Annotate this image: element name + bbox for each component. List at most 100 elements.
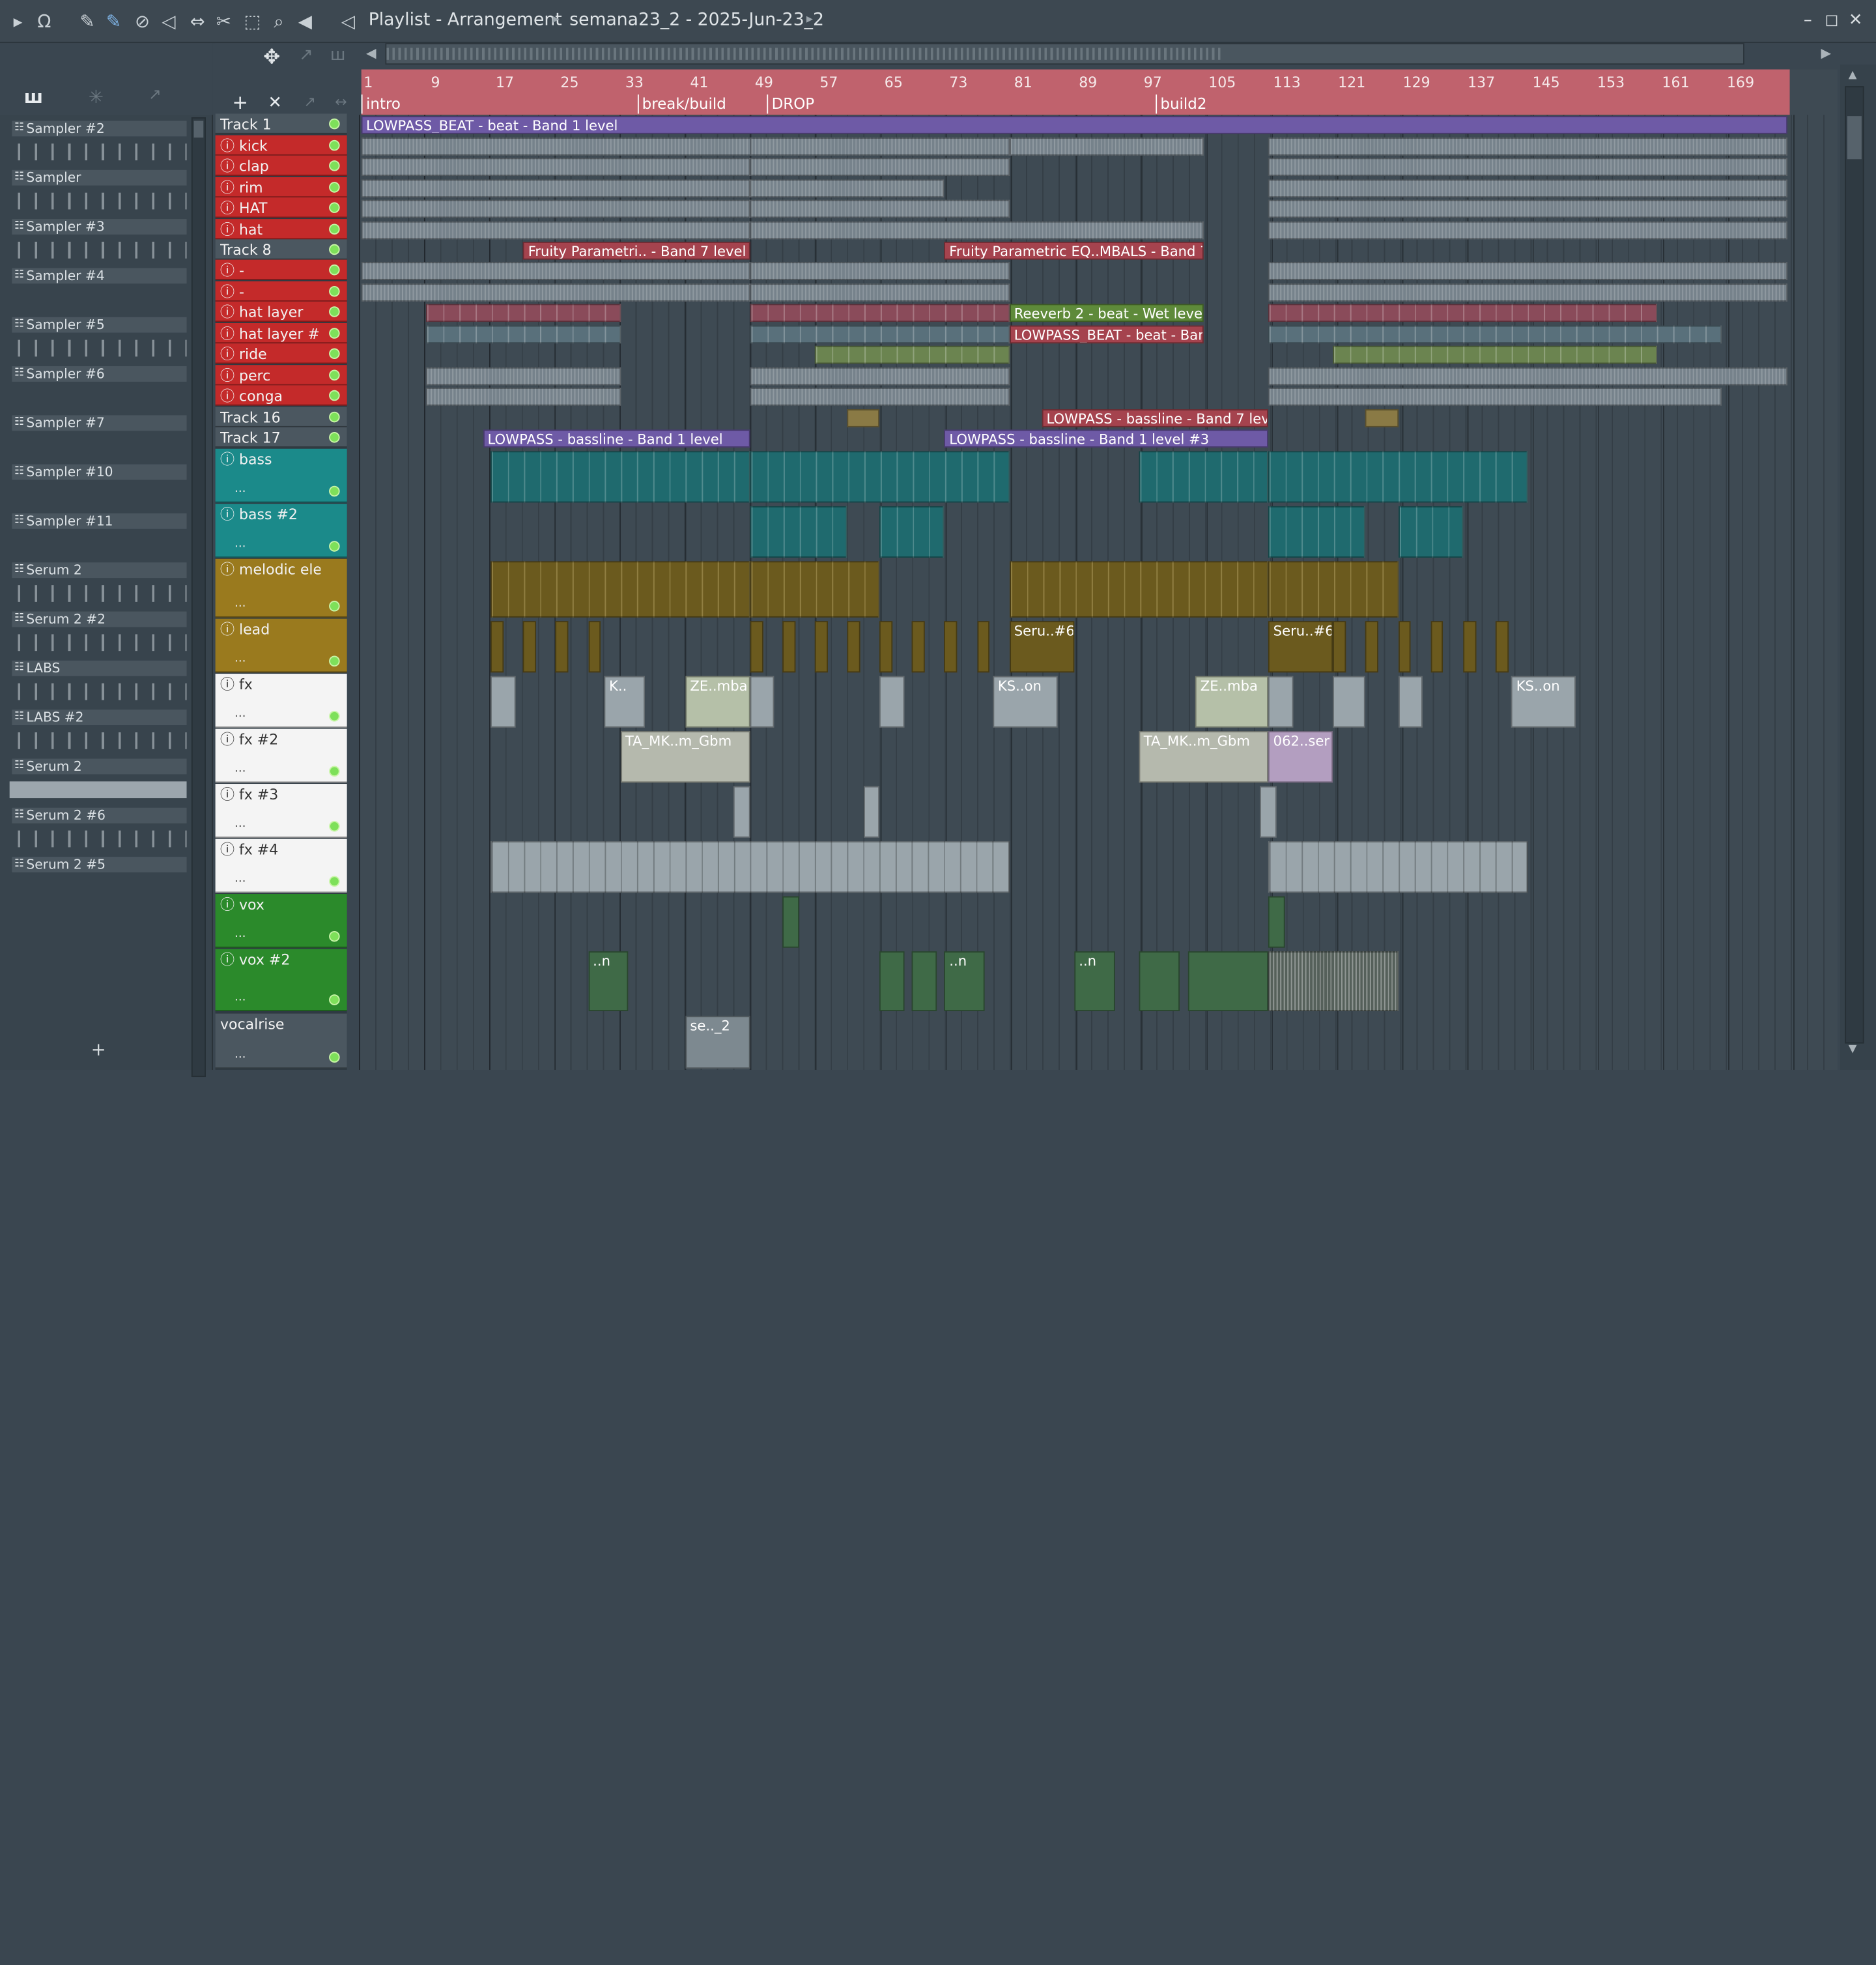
pattern-clip[interactable]: ..n bbox=[1073, 951, 1115, 1012]
track-enable-led[interactable] bbox=[329, 182, 340, 193]
track-header[interactable]: ⓘ perc bbox=[215, 365, 347, 386]
pattern-clip[interactable] bbox=[1009, 137, 1204, 156]
pattern-clip[interactable] bbox=[361, 221, 750, 240]
track-header[interactable]: Track 17 bbox=[215, 427, 347, 448]
pattern-clip[interactable] bbox=[1430, 621, 1443, 673]
track-enable-led[interactable] bbox=[329, 118, 340, 130]
pattern-clip[interactable] bbox=[879, 506, 945, 558]
track-header[interactable]: ⓘ ride bbox=[215, 343, 347, 364]
track-enable-led[interactable] bbox=[329, 766, 340, 777]
pattern-clip[interactable] bbox=[750, 451, 1010, 503]
pattern-item[interactable]: Serum 2 bbox=[7, 755, 187, 804]
pattern-clip[interactable] bbox=[361, 283, 750, 302]
scroll-left-icon[interactable]: ◀ bbox=[366, 46, 377, 61]
pattern-clip[interactable] bbox=[1268, 158, 1787, 176]
pattern-clip[interactable] bbox=[1139, 951, 1180, 1012]
automation-clip[interactable] bbox=[1365, 409, 1399, 427]
track-more-icon[interactable]: ... bbox=[234, 595, 246, 613]
track-header[interactable]: ⓘ kick bbox=[215, 135, 347, 156]
pattern-clip[interactable] bbox=[863, 786, 880, 838]
picker-automation-icon[interactable]: ↗ bbox=[149, 86, 162, 104]
track-enable-led[interactable] bbox=[329, 139, 340, 151]
picker-mode-icon[interactable]: ш bbox=[24, 86, 43, 108]
pattern-clip[interactable]: ..n bbox=[588, 951, 629, 1012]
slip-icon[interactable]: ⇔ bbox=[187, 11, 208, 33]
pattern-item[interactable]: Sampler #4 bbox=[7, 265, 187, 313]
pattern-item[interactable]: LABS bbox=[7, 657, 187, 706]
track-enable-led[interactable] bbox=[329, 876, 340, 887]
track-enable-led[interactable] bbox=[329, 223, 340, 235]
mute-slash-icon[interactable]: ⊘ bbox=[132, 11, 153, 33]
track-enable-led[interactable] bbox=[329, 390, 340, 401]
pattern-clip[interactable] bbox=[1268, 951, 1399, 1012]
timeline-ruler[interactable]: 1 9 17 25 33 41 49 57 65 73 81 89 97 105 113 121 129 137 1… bbox=[361, 69, 1838, 115]
pattern-clip[interactable]: Seru..#6 bbox=[1009, 621, 1074, 673]
track-header[interactable]: ⓘ lead... bbox=[215, 618, 347, 673]
automation-clip[interactable]: LOWPASS - bassline - Band 1 level #3 bbox=[944, 429, 1269, 448]
pattern-clip[interactable] bbox=[750, 158, 1010, 176]
pattern-clip[interactable] bbox=[1398, 506, 1463, 558]
pattern-clip[interactable]: Seru..#6 bbox=[1268, 621, 1333, 673]
pattern-clip[interactable] bbox=[750, 388, 1010, 406]
pattern-clip[interactable] bbox=[750, 506, 847, 558]
track-header[interactable]: Track 1 bbox=[215, 113, 347, 134]
track-enable-led[interactable] bbox=[329, 244, 340, 255]
ruler-marker[interactable]: intro bbox=[361, 94, 401, 114]
track-enable-led[interactable] bbox=[329, 160, 340, 171]
track-header[interactable]: ⓘ hat layer #2 bbox=[215, 323, 347, 344]
pattern-item[interactable]: Sampler #7 bbox=[7, 412, 187, 461]
track-header[interactable]: ⓘ fx #4... bbox=[215, 839, 347, 893]
snap-icon[interactable]: ✥ bbox=[263, 46, 280, 70]
paint-icon[interactable]: ✎ bbox=[103, 11, 124, 33]
pattern-clip[interactable] bbox=[750, 676, 775, 728]
track-enable-led[interactable] bbox=[329, 306, 340, 317]
pattern-clip[interactable] bbox=[426, 325, 621, 344]
pattern-clip[interactable] bbox=[976, 621, 990, 673]
track-header[interactable]: ⓘ - bbox=[215, 281, 347, 302]
pattern-clip[interactable] bbox=[944, 621, 958, 673]
picker-scroll-thumb[interactable] bbox=[193, 121, 204, 138]
pattern-clip[interactable] bbox=[490, 841, 1010, 893]
pattern-clip[interactable] bbox=[1268, 199, 1787, 218]
pattern-item[interactable]: Sampler #10 bbox=[7, 461, 187, 509]
pattern-item[interactable]: Sampler #2 bbox=[7, 117, 187, 166]
track-enable-led[interactable] bbox=[329, 930, 340, 942]
pattern-clip[interactable] bbox=[1365, 621, 1379, 673]
pattern-item[interactable]: Serum 2 #2 bbox=[7, 608, 187, 657]
slice-icon[interactable]: ✂ bbox=[213, 11, 234, 33]
pattern-clip[interactable] bbox=[1268, 262, 1787, 280]
scroll-right-icon[interactable]: ▶ bbox=[1821, 46, 1831, 61]
track-header[interactable]: ⓘ fx... bbox=[215, 674, 347, 728]
track-enable-led[interactable] bbox=[329, 348, 340, 360]
pattern-clip[interactable] bbox=[814, 621, 828, 673]
pattern-clip[interactable]: ..n bbox=[944, 951, 986, 1012]
minimize-button[interactable]: – bbox=[1797, 11, 1819, 30]
automation-clip[interactable]: LOWPASS_BEAT - beat - Band 1 level bbox=[361, 116, 1787, 134]
pattern-clip[interactable] bbox=[1268, 367, 1787, 386]
pattern-clip[interactable] bbox=[588, 621, 601, 673]
pattern-item[interactable]: Serum 2 bbox=[7, 559, 187, 608]
zoom-icon[interactable]: ⌕ bbox=[268, 11, 289, 33]
pattern-clip[interactable] bbox=[879, 676, 904, 728]
pattern-clip[interactable] bbox=[1268, 841, 1528, 893]
track-header[interactable]: Track 16 bbox=[215, 407, 347, 427]
automation-clip[interactable]: LOWPASS - bassline - Band 1 level bbox=[483, 429, 750, 448]
track-enable-led[interactable] bbox=[329, 710, 340, 722]
pattern-clip[interactable] bbox=[556, 621, 569, 673]
track-header[interactable]: ⓘ fx #2... bbox=[215, 728, 347, 783]
pattern-clip[interactable] bbox=[1268, 676, 1293, 728]
pattern-clip[interactable] bbox=[879, 621, 893, 673]
pattern-clip[interactable] bbox=[814, 345, 1010, 364]
pattern-clip[interactable] bbox=[426, 388, 621, 406]
track-header[interactable]: ⓘ bass... bbox=[215, 448, 347, 503]
vertical-scrollbar[interactable] bbox=[1845, 86, 1864, 1044]
track-header[interactable]: ⓘ bass #2... bbox=[215, 504, 347, 558]
pattern-clip[interactable]: KS..on bbox=[993, 676, 1059, 728]
track-header[interactable]: Track 8 bbox=[215, 239, 347, 260]
pattern-clip[interactable]: ZE..mba bbox=[1195, 676, 1269, 728]
pattern-clip[interactable] bbox=[1268, 137, 1787, 156]
track-header[interactable]: ⓘ clap bbox=[215, 155, 347, 176]
pattern-clip[interactable] bbox=[490, 561, 750, 618]
track-header[interactable]: ⓘ hat bbox=[215, 219, 347, 240]
track-enable-led[interactable] bbox=[329, 1052, 340, 1063]
